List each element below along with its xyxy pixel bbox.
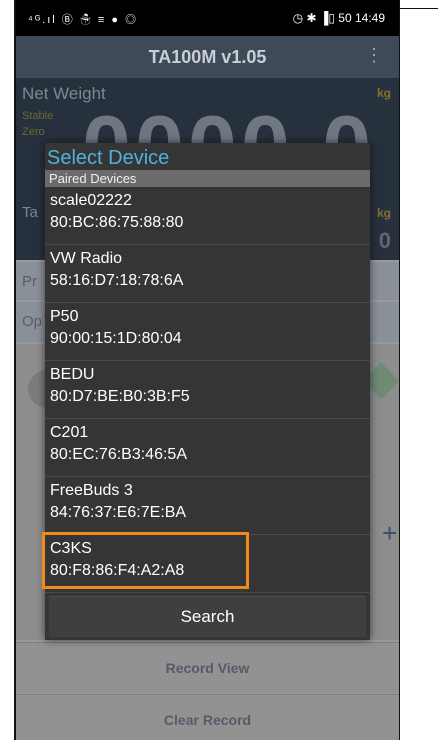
device-item[interactable]: C201 80:EC:76:B3:46:5A <box>45 419 370 477</box>
device-item[interactable]: VW Radio 58:16:D7:18:78:6A <box>45 245 370 303</box>
dialog-title: Select Device <box>47 147 170 169</box>
app-bar: TA100M v1.05 ⋮ <box>16 36 399 78</box>
frame-border-right <box>399 0 400 740</box>
status-icons-left: ⁴ᴳ.ıl Ⓑ ☃ ≡ ● ◎ <box>28 14 139 26</box>
product-row-label: Pr <box>22 273 37 290</box>
status-icons-right: ◷ ✱ ▐▯ 50 14:49 <box>292 11 385 25</box>
device-name: C201 <box>50 424 89 441</box>
device-item-highlighted[interactable]: C3KS 80:F8:86:F4:A2:A8 <box>42 532 370 593</box>
device-address: 80:BC:86:75:88:80 <box>50 214 184 231</box>
tare-value: 0 <box>378 228 391 253</box>
device-name: P50 <box>50 308 79 325</box>
device-name: C3KS <box>50 540 92 557</box>
device-list: scale02222 80:BC:86:75:88:80 VW Radio 58… <box>42 187 370 593</box>
device-item[interactable]: FreeBuds 3 84:76:37:E6:7E:BA <box>45 477 370 535</box>
tare-unit: kg <box>376 206 391 220</box>
frame-border-top <box>400 8 438 9</box>
device-address: 90:00:15:1D:80:04 <box>50 330 182 347</box>
device-address: 80:F8:86:F4:A2:A8 <box>50 562 185 579</box>
device-address: 84:76:37:E6:7E:BA <box>50 504 187 521</box>
overflow-menu-icon[interactable]: ⋮ <box>365 45 383 66</box>
device-address: 80:D7:BE:B0:3B:F5 <box>50 388 190 405</box>
device-item[interactable]: P50 90:00:15:1D:80:04 <box>45 303 370 361</box>
search-button[interactable]: Search <box>49 596 366 637</box>
device-item[interactable]: scale02222 80:BC:86:75:88:80 <box>45 187 370 245</box>
device-address: 80:EC:76:B3:46:5A <box>50 446 187 463</box>
device-name: BEDU <box>50 366 95 383</box>
device-item[interactable]: BEDU 80:D7:BE:B0:3B:F5 <box>45 361 370 419</box>
device-address: 58:16:D7:18:78:6A <box>50 272 184 289</box>
record-view-button[interactable]: Record View <box>16 642 399 693</box>
device-name: scale02222 <box>50 192 132 209</box>
zero-indicator: Zero <box>22 126 45 138</box>
status-bar: ⁴ᴳ.ıl Ⓑ ☃ ≡ ● ◎ ◷ ✱ ▐▯ 50 14:49 <box>16 0 399 36</box>
app-title: TA100M v1.05 <box>148 47 267 67</box>
device-name: VW Radio <box>50 250 123 267</box>
plus-icon[interactable]: + <box>382 518 397 549</box>
paired-devices-header: Paired Devices <box>45 170 370 187</box>
clear-record-button[interactable]: Clear Record <box>16 694 399 740</box>
device-name: FreeBuds 3 <box>50 482 133 499</box>
net-weight-unit: kg <box>376 86 391 100</box>
stable-indicator: Stable <box>22 110 54 122</box>
tare-label: Ta <box>22 204 38 221</box>
operator-row-label: Op <box>22 313 43 330</box>
select-device-dialog: Select Device Paired Devices scale02222 … <box>42 143 370 640</box>
